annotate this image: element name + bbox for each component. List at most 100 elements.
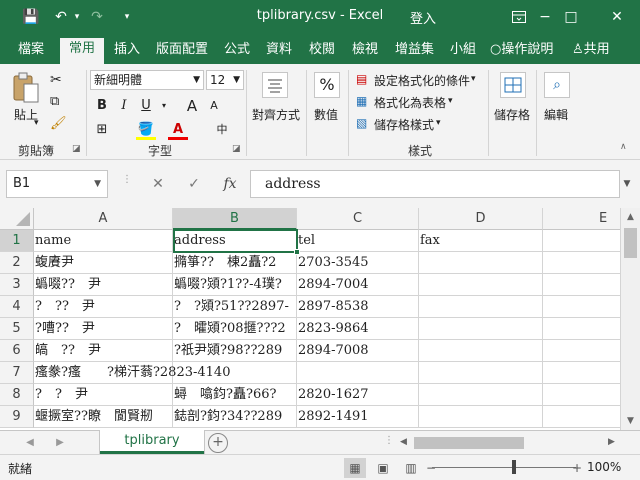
vertical-scroll-thumb[interactable] — [624, 228, 637, 258]
cell-b3[interactable]: 蟡啜?熲?1??-4璞? — [173, 274, 297, 296]
enter-icon[interactable]: ✓ — [176, 176, 212, 192]
fill-color-icon[interactable]: 🪣 — [136, 120, 156, 140]
column-header-c[interactable]: C — [297, 208, 419, 230]
editing-button[interactable]: 編輯 — [544, 106, 568, 123]
collapse-ribbon-icon[interactable]: ∧ — [620, 142, 627, 152]
cell-c2[interactable]: 2703-3545 — [297, 252, 419, 274]
horizontal-scroll-thumb[interactable] — [414, 437, 524, 449]
page-break-view-icon[interactable]: ▥ — [400, 458, 422, 478]
format-painter-icon[interactable]: 🖌 — [50, 116, 67, 131]
undo-dropdown-icon[interactable]: ▾ — [66, 7, 88, 27]
cell-c1[interactable]: tel — [297, 230, 419, 252]
cell-c8[interactable]: 2820-1627 — [297, 384, 419, 406]
save-icon[interactable]: 💾 — [20, 7, 42, 27]
prev-sheet-icon[interactable]: ◀ — [20, 433, 40, 453]
cell-b2[interactable]: 撱箏?? 棟2矗?2 — [173, 252, 297, 274]
cell-d1[interactable]: fax — [419, 230, 543, 252]
close-button[interactable]: ✕ — [594, 0, 640, 34]
column-header-d[interactable]: D — [419, 208, 543, 230]
insert-function-icon[interactable]: fx — [212, 176, 248, 192]
fill-handle[interactable] — [294, 249, 300, 255]
formula-input[interactable]: address — [250, 170, 620, 198]
cell-e5[interactable] — [543, 318, 620, 340]
horizontal-scrollbar[interactable]: ◀ ▶ — [400, 435, 620, 451]
cell-d5[interactable] — [419, 318, 543, 340]
cell-a4[interactable]: ? ?? 尹 — [34, 296, 173, 318]
tab-splitter-icon[interactable]: ⋮ — [384, 435, 394, 446]
tab-insert[interactable]: 插入 — [114, 40, 140, 64]
zoom-in-button[interactable]: + — [566, 458, 588, 478]
cell-c6[interactable]: 2894-7008 — [297, 340, 419, 362]
cell-c7[interactable] — [297, 362, 419, 384]
cell-b8[interactable]: 蟳 噏鈞?矗?66? — [173, 384, 297, 406]
cell-e8[interactable] — [543, 384, 620, 406]
underline-dropdown-icon[interactable]: ▾ — [154, 96, 174, 116]
cell-a7[interactable]: 瘙豢?瘙 ?梯汗蓊?2823-4140 — [34, 362, 230, 384]
cell-e2[interactable] — [543, 252, 620, 274]
bold-button[interactable]: B — [92, 96, 112, 116]
customize-toolbar-icon[interactable]: ▾ — [116, 7, 138, 27]
zoom-slider[interactable] — [432, 467, 576, 468]
scroll-right-icon[interactable]: ▶ — [608, 437, 615, 447]
row-header-9[interactable]: 9 — [0, 406, 34, 428]
cell-e3[interactable] — [543, 274, 620, 296]
cut-icon[interactable]: ✂ — [50, 72, 62, 88]
tab-review[interactable]: 校閱 — [309, 40, 335, 64]
cell-c5[interactable]: 2823-9864 — [297, 318, 419, 340]
next-sheet-icon[interactable]: ▶ — [50, 433, 70, 453]
column-header-e[interactable]: E — [543, 208, 620, 230]
cell-b1[interactable]: address — [173, 230, 297, 252]
tab-team[interactable]: 小組 — [450, 40, 476, 64]
zoom-out-button[interactable]: − — [420, 458, 442, 478]
row-header-4[interactable]: 4 — [0, 296, 34, 318]
cell-d2[interactable] — [419, 252, 543, 274]
select-all-corner[interactable] — [0, 208, 34, 230]
row-header-5[interactable]: 5 — [0, 318, 34, 340]
row-header-6[interactable]: 6 — [0, 340, 34, 362]
cell-d9[interactable] — [419, 406, 543, 428]
normal-view-icon[interactable]: ▦ — [344, 458, 366, 478]
font-launcher-icon[interactable]: ◪ — [232, 144, 241, 154]
tab-formulas[interactable]: 公式 — [224, 40, 250, 64]
zoom-slider-thumb[interactable] — [512, 460, 516, 474]
cell-a8[interactable]: ? ? 尹 — [34, 384, 173, 406]
format-as-table-button[interactable]: 格式化為表格 — [374, 94, 446, 111]
cell-d8[interactable] — [419, 384, 543, 406]
tab-data[interactable]: 資料 — [266, 40, 292, 64]
row-header-2[interactable]: 2 — [0, 252, 34, 274]
tab-file[interactable]: 檔案 — [18, 40, 44, 64]
cell-c4[interactable]: 2897-8538 — [297, 296, 419, 318]
paste-icon[interactable] — [10, 72, 42, 106]
row-header-3[interactable]: 3 — [0, 274, 34, 296]
cell-b4[interactable]: ? ?熲?51??2897- — [173, 296, 297, 318]
alignment-button[interactable]: 對齊方式 — [252, 106, 300, 123]
redo-icon[interactable]: ↷ — [86, 7, 108, 27]
scroll-up-icon[interactable]: ▲ — [621, 208, 640, 226]
drag-handle-icon[interactable]: ⋮ — [122, 174, 132, 185]
cell-e4[interactable] — [543, 296, 620, 318]
paste-dropdown-icon[interactable]: ▾ — [34, 118, 39, 128]
tab-page-layout[interactable]: 版面配置 — [156, 40, 208, 64]
tell-me[interactable]: ○操作說明 — [490, 40, 553, 64]
cell-e1[interactable] — [543, 230, 620, 252]
row-header-8[interactable]: 8 — [0, 384, 34, 406]
copy-icon[interactable]: ⧉ — [50, 94, 59, 109]
cell-d3[interactable] — [419, 274, 543, 296]
name-box[interactable]: B1 ▼ — [6, 170, 108, 198]
cell-e6[interactable] — [543, 340, 620, 362]
cell-a5[interactable]: ?嘈?? 尹 — [34, 318, 173, 340]
decrease-font-button[interactable]: A — [204, 96, 224, 116]
cell-c3[interactable]: 2894-7004 — [297, 274, 419, 296]
cell-a1[interactable]: name — [34, 230, 173, 252]
cell-c9[interactable]: 2892-1491 — [297, 406, 419, 428]
row-header-7[interactable]: 7 — [0, 362, 34, 384]
login-link[interactable]: 登入 — [410, 8, 436, 27]
cell-b7[interactable] — [173, 362, 297, 384]
increase-font-button[interactable]: A — [182, 96, 202, 116]
scroll-left-icon[interactable]: ◀ — [400, 437, 407, 447]
tab-addins[interactable]: 增益集 — [395, 40, 434, 64]
phonetic-icon[interactable]: 中 — [212, 120, 232, 140]
conditional-format-button[interactable]: 設定格式化的條件 — [374, 72, 470, 89]
cancel-icon[interactable]: ✕ — [140, 176, 176, 192]
tab-home[interactable]: 常用 — [60, 38, 105, 64]
